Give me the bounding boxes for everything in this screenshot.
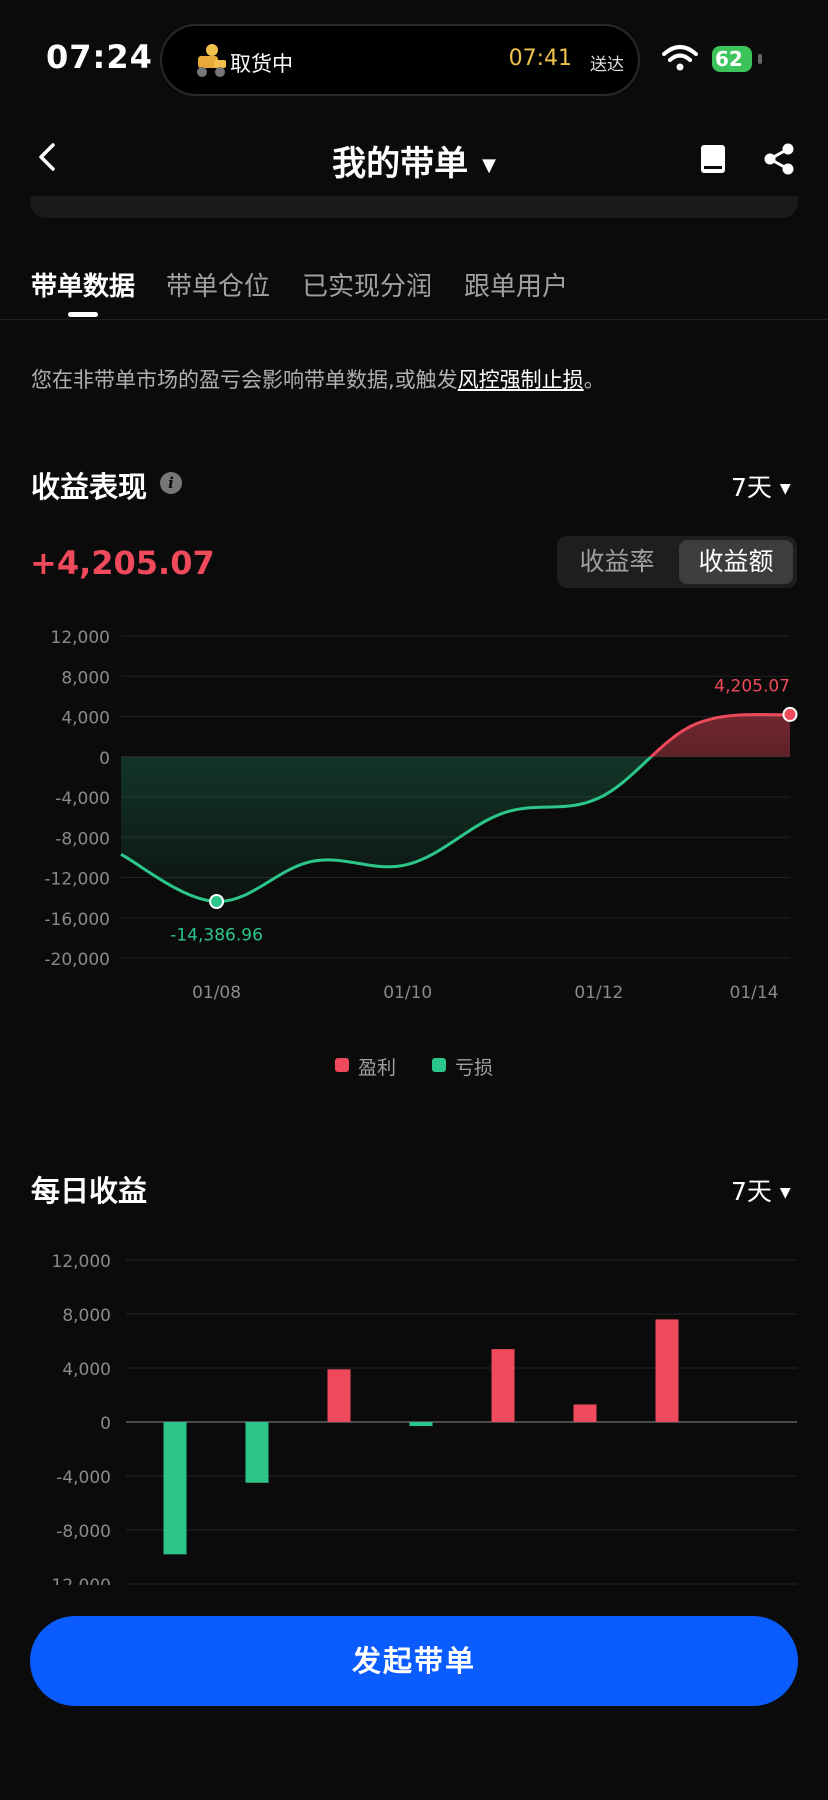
profit-bar <box>327 1369 351 1422</box>
total-profit-amount: +4,205.07 <box>30 544 215 582</box>
y-tick-label: 0 <box>100 1414 111 1434</box>
book-icon[interactable] <box>700 144 726 174</box>
y-tick-label: 0 <box>99 749 110 769</box>
loss-bar <box>245 1422 269 1483</box>
y-tick-label: 8,000 <box>61 668 110 688</box>
status-time: 07:24 <box>46 38 153 76</box>
loss-bar <box>163 1422 187 1555</box>
risk-notice-suffix: 。 <box>583 368 605 392</box>
performance-title: 收益表现 <box>31 470 148 504</box>
legend-loss-swatch <box>432 1058 446 1072</box>
daily-period-dropdown[interactable]: 7天 ▼ <box>731 1172 791 1208</box>
delivery-eta-time: 07:41 <box>508 46 572 71</box>
battery-nub <box>758 54 762 64</box>
toggle-return-rate[interactable]: 收益率 <box>557 536 677 588</box>
y-tick-label: -8,000 <box>56 1522 111 1542</box>
x-tick-label: 01/08 <box>192 983 241 1003</box>
y-tick-label: 8,000 <box>62 1306 111 1326</box>
y-tick-label: 12,000 <box>51 628 110 648</box>
tab-follower-users[interactable]: 跟单用户 <box>464 266 568 303</box>
y-tick-label: -12,000 <box>44 870 110 890</box>
performance-period-dropdown[interactable]: 7天 ▼ <box>731 468 791 504</box>
y-tick-label: -4,000 <box>56 1468 111 1488</box>
daily-profit-chart: 12,000 8,000 4,000 0 -4,000 -8,000 -12,000 <box>45 1252 797 1585</box>
x-tick-label: 01/12 <box>574 983 623 1003</box>
wifi-icon <box>662 45 698 71</box>
chevron-down-icon: ▼ <box>482 155 496 176</box>
min-point-marker <box>209 894 225 910</box>
tab-indicator <box>68 312 98 317</box>
chevron-down-icon: ▼ <box>779 1185 791 1201</box>
risk-control-stop-loss-link[interactable]: 风控强制止损 <box>458 368 584 392</box>
y-tick-label: -20,000 <box>44 950 110 970</box>
y-tick-label: -16,000 <box>44 910 110 930</box>
performance-period-label: 7天 <box>731 473 772 502</box>
delivery-status: 取货中 <box>230 52 293 76</box>
legend-profit-swatch <box>335 1058 349 1072</box>
tab-leader-data[interactable]: 带单数据 <box>31 266 135 303</box>
x-tick-label: 01/14 <box>730 983 779 1003</box>
divider <box>0 319 828 320</box>
nav-title: 我的带单 <box>332 144 469 184</box>
profit-bar <box>573 1404 597 1422</box>
summary-card-edge <box>30 196 798 218</box>
tab-realized-profit-share[interactable]: 已实现分润 <box>302 266 432 303</box>
chevron-down-icon: ▼ <box>779 481 791 497</box>
delivery-rider-icon <box>197 44 226 77</box>
legend-profit-label: 盈利 <box>358 1057 397 1079</box>
info-icon[interactable]: i <box>160 472 182 494</box>
loss-bar <box>409 1422 433 1427</box>
y-tick-label: -4,000 <box>55 789 110 809</box>
start-leading-button[interactable]: 发起带单 <box>30 1616 798 1706</box>
daily-profit-title: 每日收益 <box>31 1174 148 1208</box>
risk-notice: 您在非带单市场的盈亏会影响带单数据,或触发风控强制止损。 <box>31 364 605 394</box>
dynamic-island[interactable]: 取货中 07:41 送达 <box>160 24 640 96</box>
toggle-return-amount[interactable]: 收益额 <box>679 540 793 584</box>
tab-leader-positions[interactable]: 带单仓位 <box>166 266 270 303</box>
y-tick-label: 4,000 <box>61 709 110 729</box>
battery-icon: 62 <box>712 46 752 72</box>
min-point-label: -14,386.96 <box>170 926 263 946</box>
metric-toggle: 收益率 收益额 <box>557 536 797 588</box>
max-point-label: 4,205.07 <box>714 676 790 696</box>
x-tick-label: 01/10 <box>383 983 432 1003</box>
daily-period-label: 7天 <box>731 1177 772 1206</box>
profit-bar <box>655 1319 679 1422</box>
max-point-marker <box>782 706 798 722</box>
share-icon[interactable] <box>762 142 796 176</box>
y-tick-label: 4,000 <box>62 1360 111 1380</box>
legend-loss-label: 亏损 <box>455 1057 494 1079</box>
performance-chart: 12,000 8,000 4,000 0 -4,000 -8,000 -12,000 -16,… <box>44 628 798 1003</box>
risk-notice-text: 您在非带单市场的盈亏会影响带单数据,或触发 <box>31 368 458 392</box>
delivery-eta-label: 送达 <box>590 55 624 75</box>
profit-bar <box>491 1349 515 1422</box>
y-tick-label: 12,000 <box>52 1252 111 1272</box>
y-tick-label: -12,000 <box>45 1576 111 1585</box>
y-tick-label: -8,000 <box>55 829 110 849</box>
